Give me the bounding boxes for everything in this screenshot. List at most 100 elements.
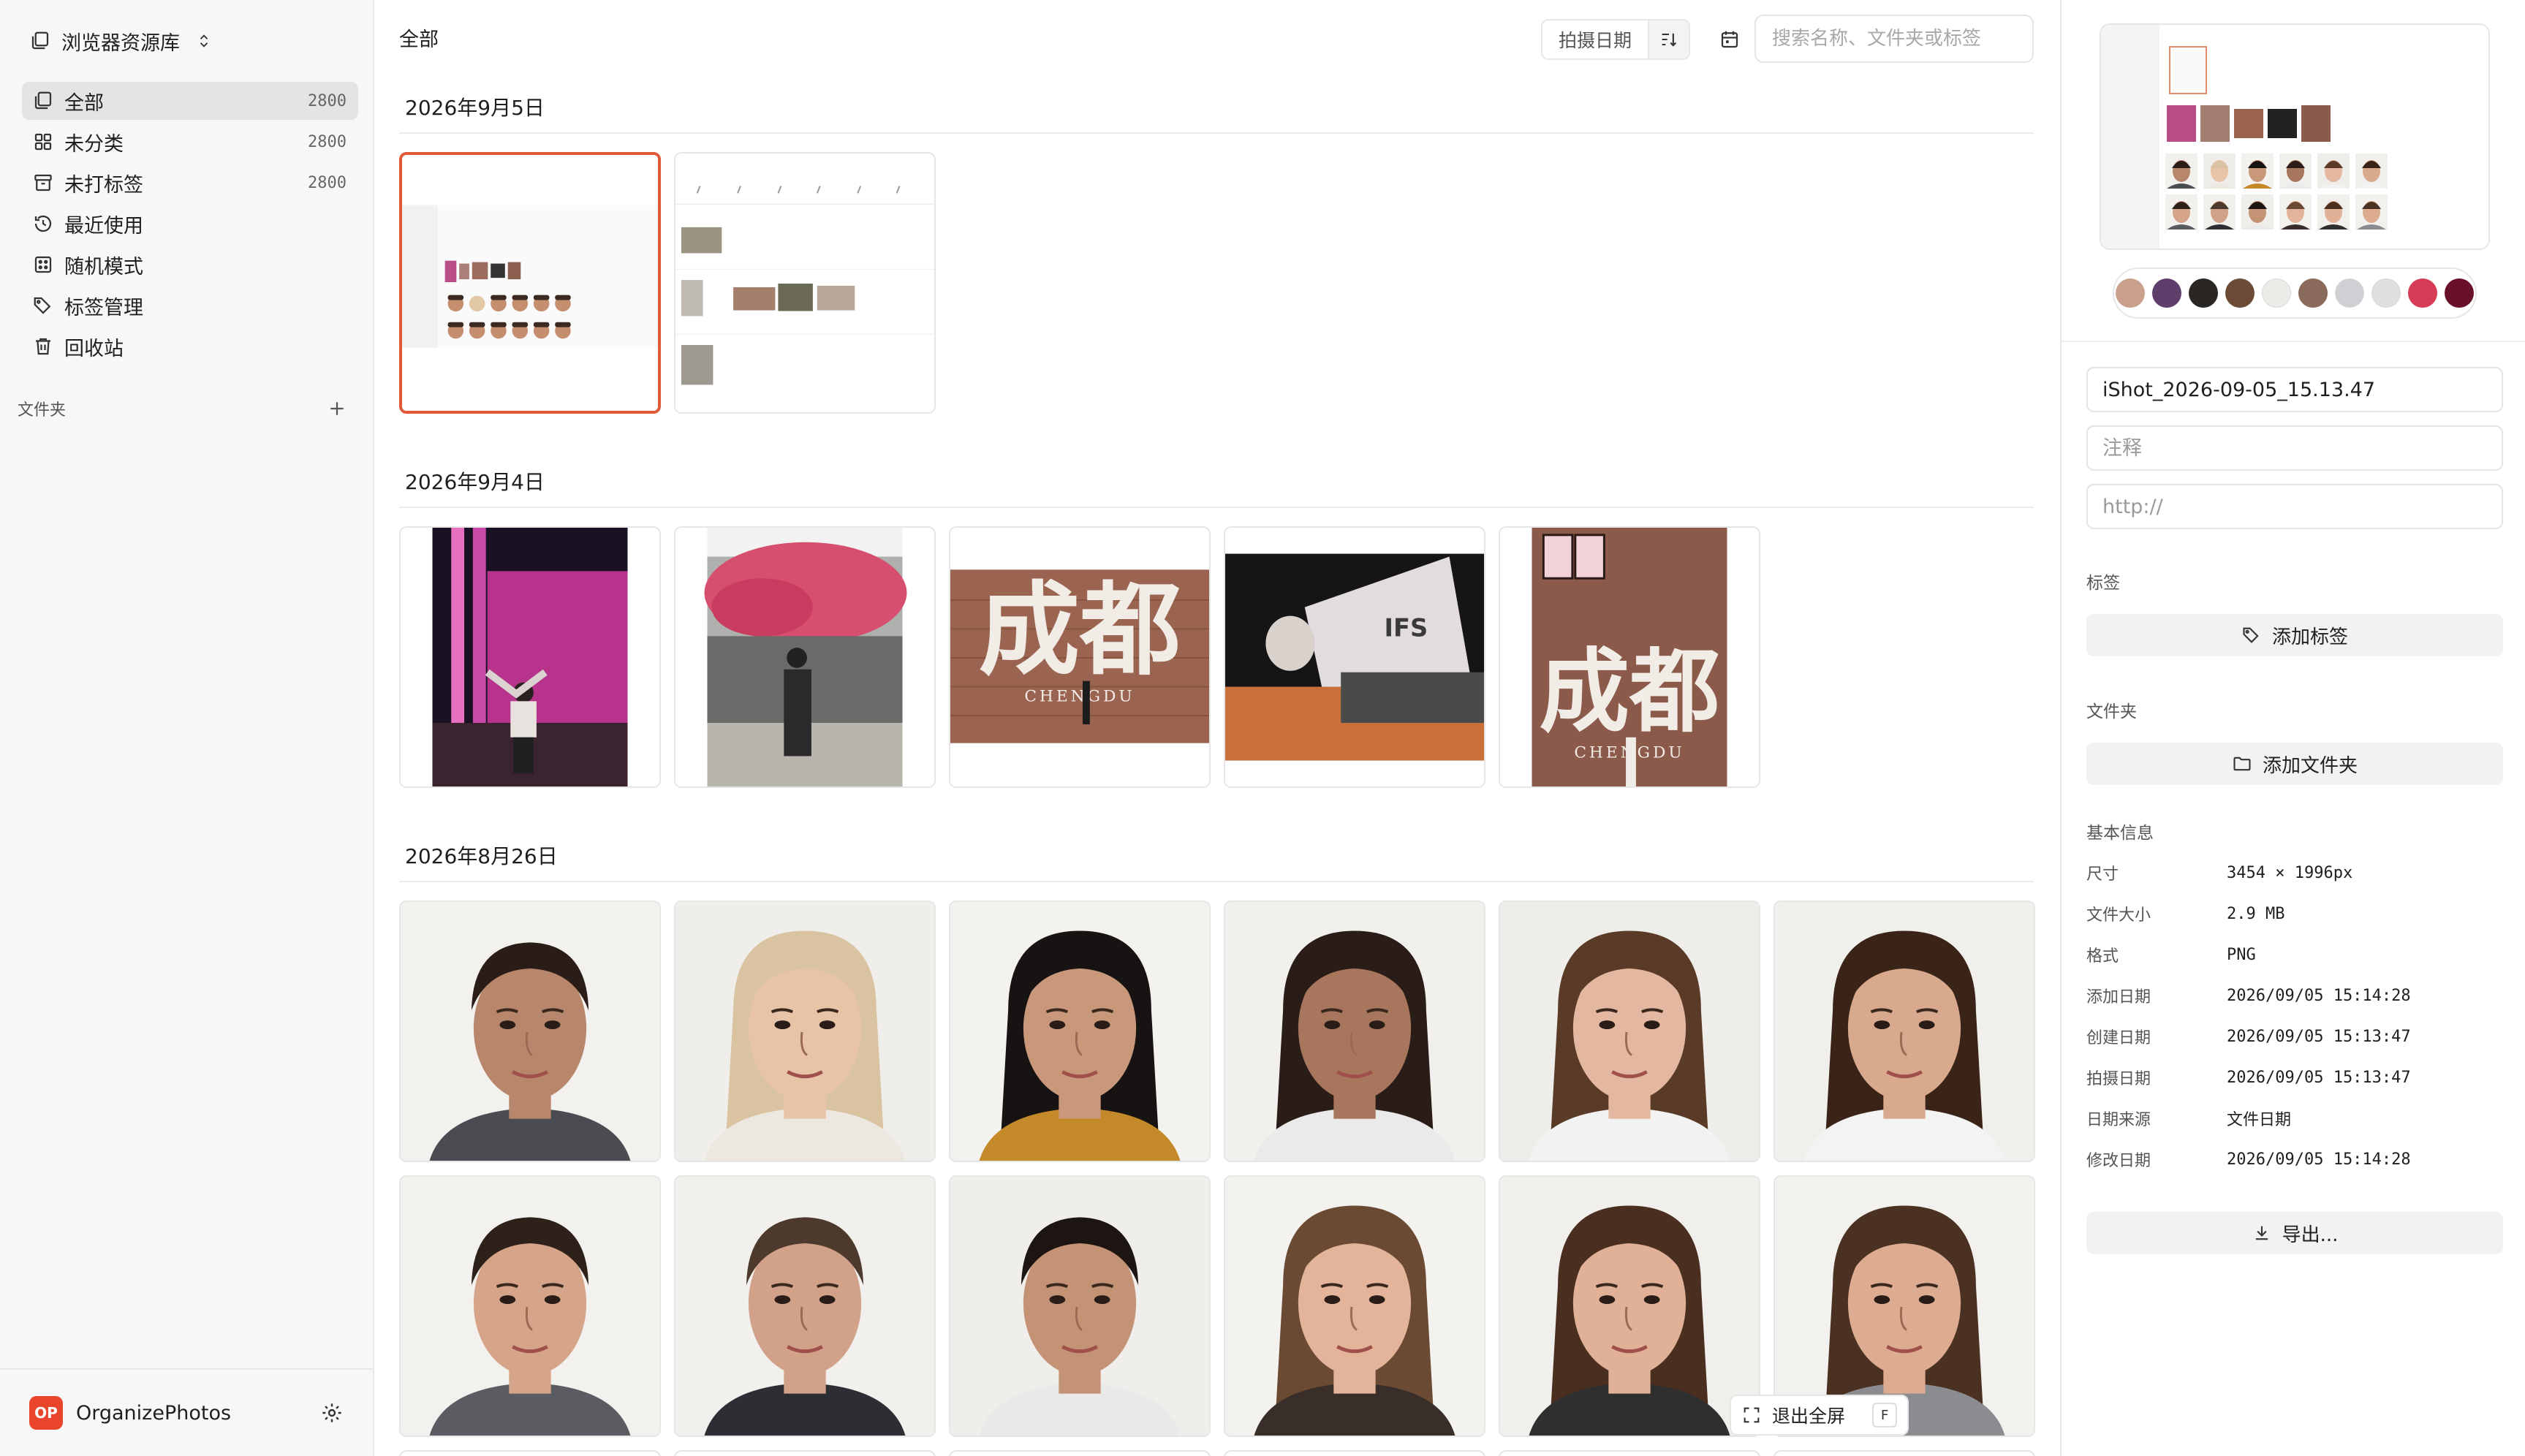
info-row: 创建日期 2026/09/05 15:13:47	[2086, 1022, 2503, 1051]
photo-thumbnail[interactable]	[1499, 1450, 1760, 1456]
photo-thumbnail[interactable]	[949, 900, 1211, 1162]
photo-thumbnail-selected[interactable]	[399, 152, 661, 414]
color-swatch[interactable]	[2152, 278, 2181, 308]
photo-thumbnail[interactable]	[949, 1450, 1211, 1456]
info-row: 拍摄日期 2026/09/05 15:13:47	[2086, 1063, 2503, 1092]
photo-thumbnail[interactable]	[1773, 1450, 2035, 1456]
chevron-up-down-icon	[200, 34, 208, 48]
page-title: 全部	[399, 29, 439, 51]
sidebar-item-trash[interactable]: 回收站	[22, 327, 358, 365]
color-swatch[interactable]	[2335, 278, 2364, 308]
photo-thumbnail[interactable]	[399, 1175, 661, 1437]
info-row: 日期来源 文件日期	[2086, 1104, 2503, 1133]
photo-thumbnail[interactable]: 成都 CHENGDU	[1499, 526, 1760, 788]
photo-grid	[399, 900, 2035, 1162]
photo-thumbnail[interactable]	[1224, 900, 1485, 1162]
sidebar-item-uncategorized[interactable]: 未分类 2800	[22, 123, 358, 161]
color-swatch[interactable]	[2298, 278, 2328, 308]
info-key: 添加日期	[2086, 988, 2151, 1006]
chengdu-text: 成都	[979, 570, 1181, 689]
portrait-photo	[1500, 1177, 1759, 1436]
photo-thumbnail[interactable]	[399, 1450, 661, 1456]
search-input[interactable]	[1754, 15, 2034, 63]
sort-control[interactable]: 拍摄日期	[1541, 19, 1691, 60]
download-icon	[2255, 1226, 2268, 1240]
photo-thumbnail[interactable]	[1224, 1175, 1485, 1437]
sort-order-button[interactable]	[1648, 20, 1689, 58]
sidebar-footer: OP OrganizePhotos	[0, 1368, 373, 1456]
photo-thumbnail[interactable]: 成都 CHENGDU	[949, 526, 1211, 788]
color-swatch[interactable]	[2262, 278, 2291, 308]
info-key: 日期来源	[2086, 1111, 2151, 1129]
gear-icon[interactable]	[320, 1401, 344, 1425]
chengdu-text: 成都	[1539, 639, 1719, 745]
chengdu-wall-photo: 成都 CHENGDU	[950, 528, 1209, 786]
flower-wall-photo	[675, 528, 934, 786]
screenshot-thumbnail	[402, 155, 658, 411]
sidebar-item-all[interactable]: 全部 2800	[22, 82, 358, 120]
preview-face	[2165, 194, 2197, 230]
trash-icon	[36, 338, 50, 355]
info-value: 文件日期	[2227, 1111, 2292, 1129]
photo-thumbnail[interactable]	[399, 900, 661, 1162]
portrait-photo	[401, 1177, 659, 1436]
archive-icon	[34, 174, 52, 192]
sidebar-item-label: 最近使用	[64, 214, 143, 238]
app-name: OrganizePhotos	[76, 1401, 232, 1425]
sidebar-item-label: 未打标签	[64, 173, 143, 197]
folders-header: 文件夹	[18, 395, 348, 422]
library-switcher[interactable]: 浏览器资源库	[29, 23, 212, 58]
photo-thumbnail[interactable]: IFS	[1224, 526, 1485, 788]
folders-label: 文件夹	[18, 401, 67, 420]
portrait-photo	[1225, 902, 1484, 1161]
sort-field-label[interactable]: 拍摄日期	[1542, 26, 1648, 53]
photo-thumbnail[interactable]	[1224, 1450, 1485, 1456]
add-tag-button[interactable]: 添加标签	[2086, 614, 2503, 656]
url-field[interactable]	[2086, 484, 2503, 529]
color-palette	[2113, 268, 2477, 319]
color-swatch[interactable]	[2225, 278, 2255, 308]
photo-thumbnail[interactable]	[674, 1450, 936, 1456]
photo-thumbnail[interactable]	[674, 1175, 936, 1437]
panel-divider	[2062, 341, 2525, 342]
main-toolbar: 全部 拍摄日期	[376, 0, 2059, 73]
sidebar-item-recent[interactable]: 最近使用	[22, 205, 358, 243]
info-key: 尺寸	[2086, 865, 2119, 884]
photo-thumbnail[interactable]	[1773, 900, 2035, 1162]
photo-thumbnail[interactable]	[674, 526, 936, 788]
exit-fullscreen-button[interactable]: 退出全屏 F	[1730, 1395, 1909, 1436]
fullscreen-exit-icon	[1744, 1407, 1760, 1423]
color-swatch[interactable]	[2116, 278, 2145, 308]
color-swatch[interactable]	[2371, 278, 2401, 308]
sidebar-item-count: 2800	[308, 173, 347, 192]
date-section-title: 2026年8月26日	[405, 844, 558, 868]
add-folder-button[interactable]: 添加文件夹	[2086, 743, 2503, 785]
ifs-building-photo: IFS	[1225, 528, 1484, 786]
photo-thumbnail[interactable]	[1499, 1175, 1760, 1437]
section-divider	[399, 881, 2034, 882]
sidebar-item-label: 标签管理	[64, 296, 143, 319]
sidebar: 浏览器资源库 全部 2800 未分类 2800 未打标签 2800 最近使用 随…	[0, 0, 374, 1456]
chengdu-en-text: CHENGDU	[1024, 687, 1135, 705]
photo-thumbnail[interactable]	[674, 900, 936, 1162]
calendar-icon	[1721, 31, 1738, 48]
portrait-photo	[950, 1177, 1209, 1436]
filename-field[interactable]	[2086, 367, 2503, 412]
photo-thumbnail[interactable]	[949, 1175, 1211, 1437]
export-button[interactable]: 导出...	[2086, 1212, 2503, 1254]
sidebar-item-untagged[interactable]: 未打标签 2800	[22, 164, 358, 202]
calendar-button[interactable]	[1712, 22, 1747, 57]
sidebar-item-random[interactable]: 随机模式	[22, 246, 358, 284]
add-folder-icon[interactable]	[326, 398, 348, 420]
color-swatch[interactable]	[2408, 278, 2437, 308]
color-swatch[interactable]	[2189, 278, 2218, 308]
photo-thumbnail[interactable]	[674, 152, 936, 414]
photo-thumbnail[interactable]	[399, 526, 661, 788]
photo-thumbnail[interactable]	[1499, 900, 1760, 1162]
image-preview[interactable]	[2100, 23, 2490, 250]
note-field[interactable]	[2086, 425, 2503, 471]
detail-panel: 标签 添加标签 文件夹 添加文件夹 基本信息 尺寸 3454 × 1996px 文…	[2060, 0, 2525, 1456]
color-swatch[interactable]	[2445, 278, 2474, 308]
sidebar-item-tags[interactable]: 标签管理	[22, 287, 358, 325]
photo-grid	[399, 1450, 2035, 1456]
